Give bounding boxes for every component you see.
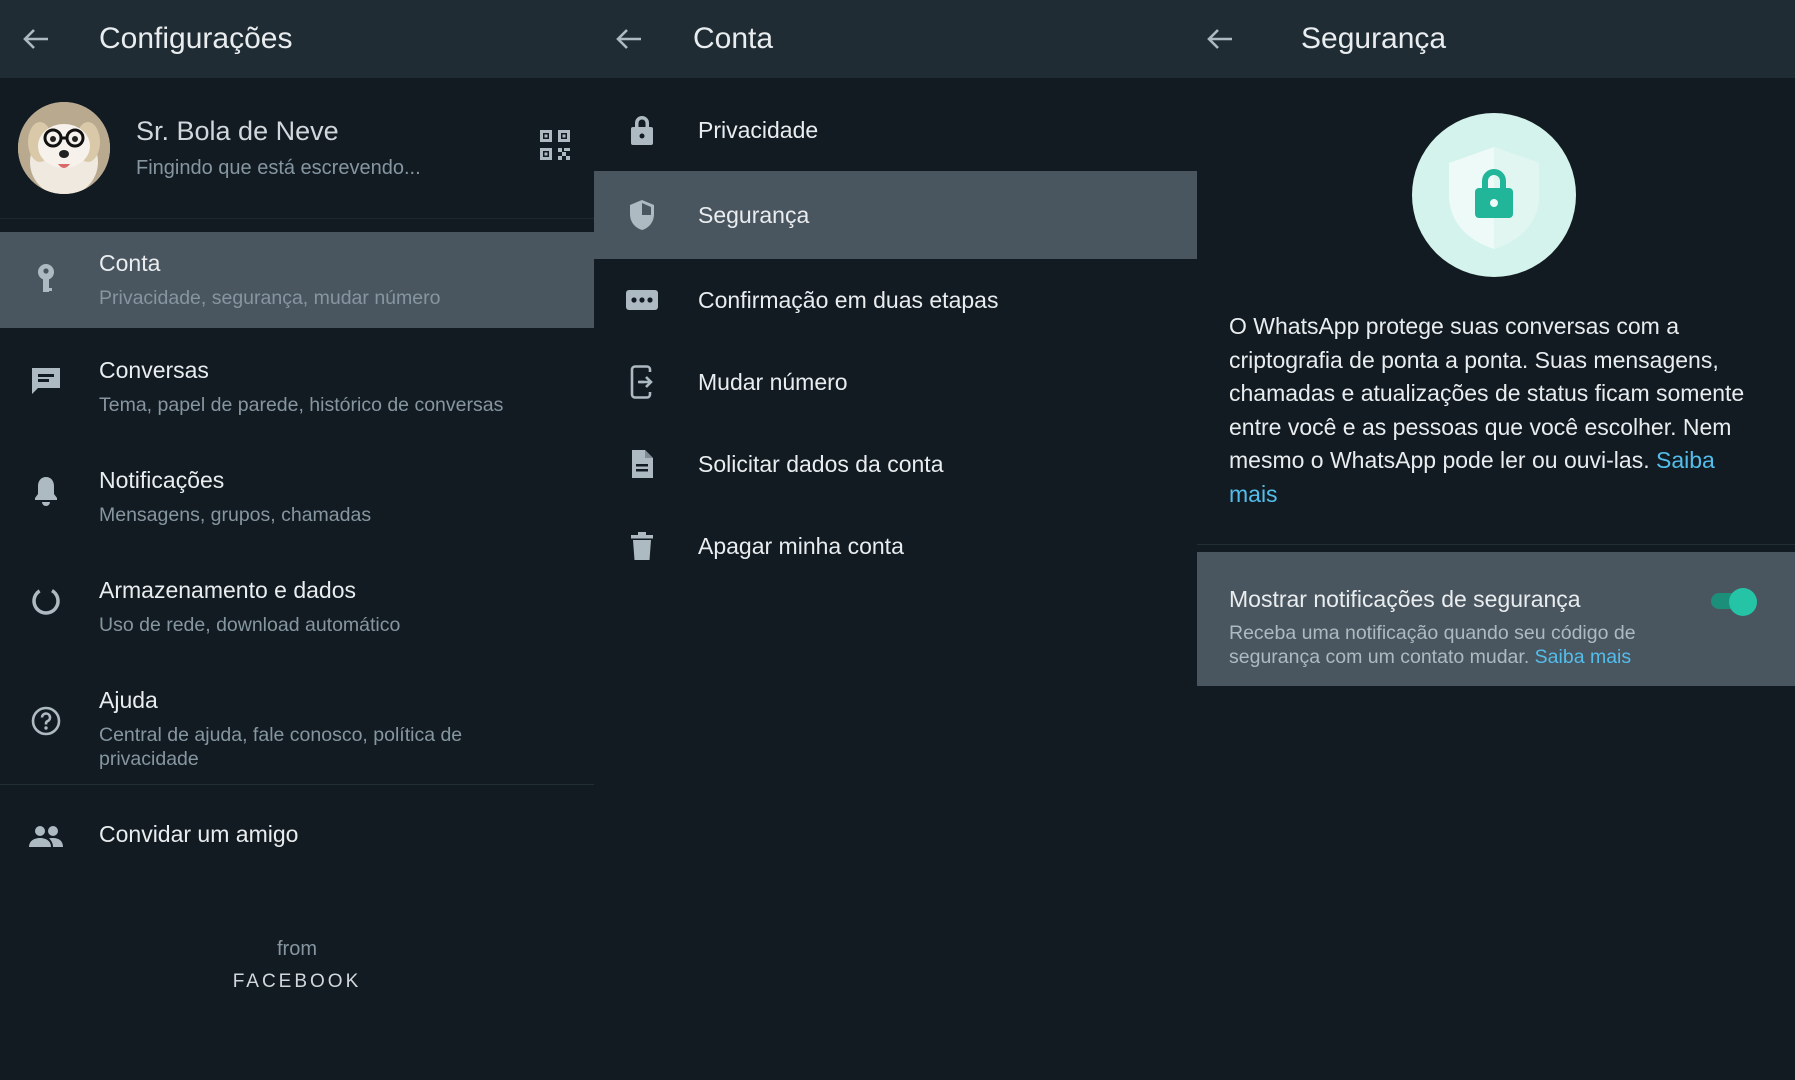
security-header: Segurança bbox=[1197, 0, 1795, 78]
invite-friend-button[interactable]: Convidar um amigo bbox=[0, 785, 594, 885]
account-item-label: Mudar número bbox=[698, 368, 848, 395]
account-item-label: Privacidade bbox=[698, 116, 819, 143]
security-notifications-subtitle: Receba uma notificação quando seu código… bbox=[1229, 621, 1699, 669]
account-item-apagar-conta[interactable]: Apagar minha conta bbox=[594, 505, 1197, 587]
security-notifications-row[interactable]: Mostrar notificações de segurança Receba… bbox=[1197, 552, 1795, 686]
settings-item-subtitle: Uso de rede, download automático bbox=[99, 614, 401, 636]
account-item-solicitar-dados[interactable]: Solicitar dados da conta bbox=[594, 423, 1197, 505]
settings-item-subtitle: Tema, papel de parede, histórico de conv… bbox=[99, 394, 504, 416]
security-notifications-title: Mostrar notificações de segurança bbox=[1229, 586, 1581, 612]
document-icon bbox=[624, 446, 660, 482]
profile-status: Fingindo que está escrevendo... bbox=[136, 157, 421, 179]
from-label: from bbox=[277, 938, 317, 960]
account-item-label: Confirmação em duas etapas bbox=[698, 286, 999, 313]
divider bbox=[1197, 544, 1795, 545]
account-header: Conta bbox=[594, 0, 1197, 78]
dots-icon bbox=[624, 282, 660, 318]
invite-friend-label: Convidar um amigo bbox=[99, 821, 299, 847]
chat-icon bbox=[28, 362, 64, 398]
account-panel: Conta Privacidade Segurança Confirmação … bbox=[594, 0, 1197, 1080]
back-arrow-icon[interactable] bbox=[594, 0, 664, 78]
settings-item-ajuda[interactable]: Ajuda Central de ajuda, fale conosco, po… bbox=[0, 658, 594, 782]
profile-name: Sr. Bola de Neve bbox=[136, 116, 339, 146]
account-item-mudar-numero[interactable]: Mudar número bbox=[594, 341, 1197, 423]
from-facebook: from FACEBOOK bbox=[0, 938, 594, 993]
facebook-brand: FACEBOOK bbox=[232, 971, 362, 992]
settings-item-label: Ajuda bbox=[99, 687, 158, 713]
trash-icon bbox=[624, 528, 660, 564]
page-title: Configurações bbox=[99, 22, 293, 55]
settings-item-label: Conta bbox=[99, 250, 161, 276]
phone-change-icon bbox=[624, 364, 660, 400]
settings-item-subtitle: Central de ajuda, fale conosco, política… bbox=[99, 724, 463, 770]
learn-more-link[interactable]: Saiba mais bbox=[1535, 646, 1631, 668]
settings-item-conta[interactable]: Conta Privacidade, segurança, mudar núme… bbox=[0, 232, 594, 328]
security-notifications-toggle[interactable] bbox=[1711, 588, 1757, 616]
bell-icon bbox=[28, 473, 64, 509]
account-item-label: Apagar minha conta bbox=[698, 532, 904, 559]
toggle-knob bbox=[1729, 588, 1757, 616]
help-icon bbox=[28, 703, 64, 739]
qr-code-icon[interactable] bbox=[540, 130, 570, 165]
page-title: Segurança bbox=[1301, 22, 1447, 55]
settings-item-notificacoes[interactable]: Notificações Mensagens, grupos, chamadas bbox=[0, 438, 594, 548]
security-panel: Segurança O WhatsApp protege suas conver… bbox=[1197, 0, 1795, 1080]
settings-item-label: Notificações bbox=[99, 467, 225, 493]
shield-icon bbox=[624, 197, 660, 233]
data-usage-icon bbox=[28, 583, 64, 619]
account-item-duas-etapas[interactable]: Confirmação em duas etapas bbox=[594, 259, 1197, 341]
settings-panel: Configurações Sr. Bola de Neve Fingindo … bbox=[0, 0, 594, 1080]
settings-item-conversas[interactable]: Conversas Tema, papel de parede, históri… bbox=[0, 328, 594, 438]
settings-item-label: Conversas bbox=[99, 357, 209, 383]
settings-item-label: Armazenamento e dados bbox=[99, 577, 356, 603]
settings-item-armazenamento[interactable]: Armazenamento e dados Uso de rede, downl… bbox=[0, 548, 594, 658]
key-icon bbox=[28, 262, 64, 298]
profile-row[interactable]: Sr. Bola de Neve Fingindo que está escre… bbox=[0, 78, 594, 219]
lock-icon bbox=[624, 112, 660, 148]
account-item-label: Solicitar dados da conta bbox=[698, 450, 944, 477]
account-item-seguranca[interactable]: Segurança bbox=[594, 171, 1197, 259]
page-title: Conta bbox=[693, 22, 774, 55]
security-description: O WhatsApp protege suas conversas com a … bbox=[1229, 310, 1769, 511]
account-item-label: Segurança bbox=[698, 201, 810, 228]
settings-header: Configurações bbox=[0, 0, 594, 78]
account-item-privacidade[interactable]: Privacidade bbox=[594, 89, 1197, 171]
back-arrow-icon[interactable] bbox=[1197, 0, 1255, 78]
back-arrow-icon[interactable] bbox=[0, 0, 72, 78]
settings-item-subtitle: Mensagens, grupos, chamadas bbox=[99, 504, 372, 526]
security-shield-illustration bbox=[1412, 113, 1576, 277]
settings-item-subtitle: Privacidade, segurança, mudar número bbox=[99, 287, 441, 309]
people-icon bbox=[28, 819, 64, 855]
avatar[interactable] bbox=[18, 102, 110, 194]
